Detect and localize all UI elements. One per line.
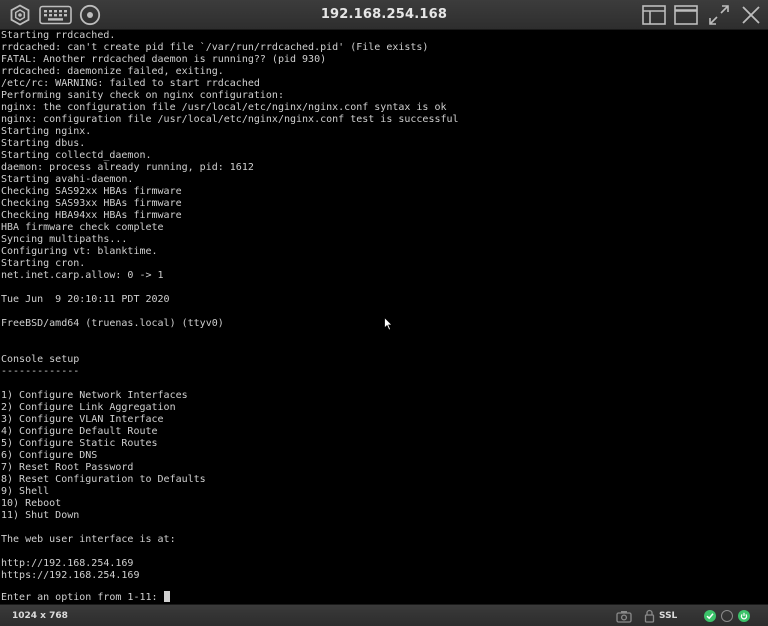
fullscreen-icon[interactable] [706,3,732,26]
ssl-label: SSL [659,611,678,621]
console-line: 2) Configure Link Aggregation [1,402,176,413]
status-bar: 1024 x 768 SSL [0,604,768,626]
console-line: 9) Shell [1,486,50,497]
console-line: rrdcached: daemonize failed, exiting. [1,66,224,77]
console-line: Checking SAS93xx HBAs firmware [1,198,182,209]
remote-console-window: 192.168.254.168 Starting rrdcached. rrdc… [0,0,768,626]
ssl-indicator: SSL [644,605,677,626]
console-prompt[interactable]: Enter an option from 1-11: [1,591,170,603]
connection-ok-icon [704,605,716,626]
layout-panel-icon[interactable] [641,3,667,26]
console-line: /etc/rc: WARNING: failed to start rrdcac… [1,78,260,89]
console-line: 11) Shut Down [1,510,80,521]
text-cursor [163,591,170,602]
console-line: Configuring vt: blanktime. [1,246,158,257]
console-line: nginx: configuration file /usr/local/etc… [1,114,459,125]
keyboard-icon[interactable] [37,3,73,26]
console-output: Starting rrdcached. rrdcached: can't crea… [1,30,459,582]
console-line: 5) Configure Static Routes [1,438,158,449]
console-line: Starting collectd_daemon. [1,150,152,161]
console-screen[interactable]: Starting rrdcached. rrdcached: can't crea… [0,30,768,604]
circle-icon [721,610,733,622]
console-line: Tue Jun 9 20:10:11 PDT 2020 [1,294,170,305]
power-icon [738,610,750,622]
console-line: Starting dbus. [1,138,86,149]
console-line: Performing sanity check on nginx configu… [1,90,284,101]
console-line: FATAL: Another rrdcached daemon is runni… [1,54,327,65]
console-line: http://192.168.254.169 [1,558,134,569]
console-line: daemon: process already running, pid: 16… [1,162,254,173]
power-button[interactable] [738,605,750,626]
console-line: 4) Configure Default Route [1,426,158,437]
console-line: net.inet.carp.allow: 0 -> 1 [1,270,164,281]
settings-hex-icon[interactable] [7,3,33,26]
close-icon[interactable] [739,3,763,26]
prompt-text: Enter an option from 1-11: [1,592,164,603]
console-line: rrdcached: can't create pid file `/var/r… [1,42,429,53]
lock-icon [644,609,655,623]
console-line: Checking HBA94xx HBAs firmware [1,210,182,221]
console-line: 1) Configure Network Interfaces [1,390,188,401]
console-line: 7) Reset Root Password [1,462,134,473]
disc-icon[interactable] [78,3,102,26]
title-bar: 192.168.254.168 [0,0,768,30]
console-line: https://192.168.254.169 [1,570,140,581]
console-line: Starting nginx. [1,126,92,137]
console-line: Syncing multipaths... [1,234,128,245]
console-line: The web user interface is at: [1,534,176,545]
status-neutral-icon [721,605,733,626]
console-line: Starting rrdcached. [1,30,116,41]
console-line: Console setup [1,354,80,365]
screenshot-camera-icon[interactable] [616,605,632,626]
console-line: 8) Reset Configuration to Defaults [1,474,206,485]
window-title: 192.168.254.168 [320,7,448,22]
console-line: HBA firmware check complete [1,222,164,233]
check-icon [704,610,716,622]
console-line: Starting cron. [1,258,86,269]
console-line: Checking SAS92xx HBAs firmware [1,186,182,197]
console-line: Starting avahi-daemon. [1,174,134,185]
resolution-label: 1024 x 768 [12,611,68,621]
console-line: 3) Configure VLAN Interface [1,414,164,425]
window-icon[interactable] [673,3,699,26]
console-line: 10) Reboot [1,498,62,509]
console-line: nginx: the configuration file /usr/local… [1,102,447,113]
console-line: 6) Configure DNS [1,450,98,461]
mouse-pointer-icon [384,316,393,336]
console-line: ------------- [1,366,80,377]
